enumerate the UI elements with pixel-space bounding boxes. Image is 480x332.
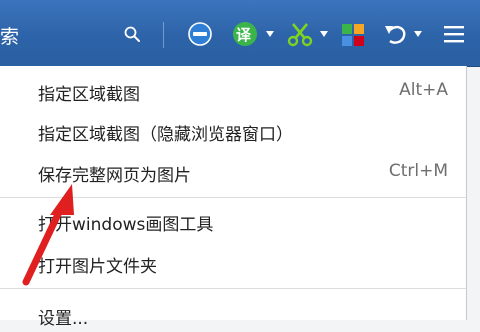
search-icon[interactable] [123, 25, 141, 43]
menu-item-shortcut: Ctrl+M [388, 161, 448, 181]
menu-item-label: 打开windows画图工具 [38, 215, 214, 235]
menu-item-settings[interactable]: 设置... [0, 298, 466, 332]
menu-item-label: 保存完整网页为图片 [38, 166, 191, 186]
toolbar-separator [163, 22, 164, 48]
menu-item-open-image-folder[interactable]: 打开图片文件夹 [0, 246, 466, 280]
menu-item-shortcut: Alt+A [399, 80, 448, 100]
menu-divider [0, 197, 466, 198]
chevron-down-icon[interactable] [414, 31, 422, 37]
menu-item-label: 指定区域截图（隐藏浏览器窗口） [38, 125, 293, 145]
menu-item-label: 打开图片文件夹 [38, 257, 157, 277]
menu-item-save-page-as-image[interactable]: 保存完整网页为图片 Ctrl+M [0, 155, 466, 189]
hamburger-menu-icon[interactable] [440, 20, 468, 48]
browser-toolbar: 索 译 [0, 0, 480, 67]
undo-icon [385, 25, 406, 44]
undo-button[interactable] [382, 20, 428, 48]
menu-item-label: 指定区域截图 [38, 85, 140, 105]
menu-item-open-paint[interactable]: 打开windows画图工具 [0, 204, 466, 238]
chevron-down-icon[interactable] [320, 31, 328, 37]
menu-divider [0, 288, 466, 289]
menu-item-region-screenshot-hidden[interactable]: 指定区域截图（隐藏浏览器窗口） [0, 114, 466, 148]
menu-item-region-screenshot[interactable]: 指定区域截图 Alt+A [0, 74, 466, 108]
ie-compat-icon[interactable] [186, 20, 214, 48]
screenshot-button[interactable] [286, 20, 330, 48]
menu-item-label: 设置... [38, 309, 89, 329]
chevron-down-icon[interactable] [266, 31, 274, 37]
scissors-icon [287, 23, 313, 47]
apps-icon[interactable] [340, 20, 366, 48]
translate-button[interactable]: 译 [231, 20, 277, 48]
translate-glyph: 译 [236, 26, 252, 44]
screenshot-dropdown-menu: 指定区域截图 Alt+A 指定区域截图（隐藏浏览器窗口） 保存完整网页为图片 C… [0, 66, 467, 329]
search-label[interactable]: 索 [0, 22, 20, 49]
